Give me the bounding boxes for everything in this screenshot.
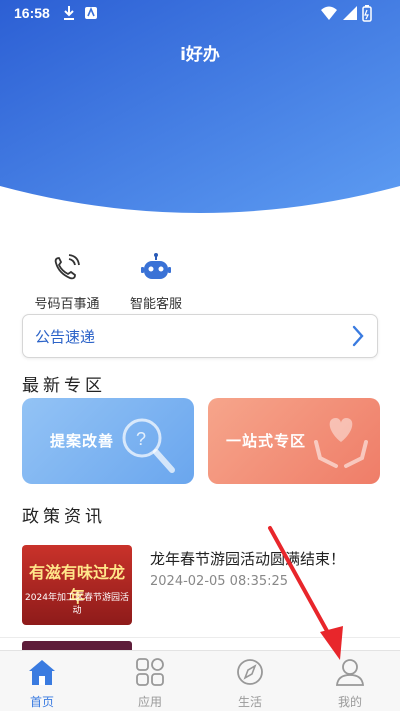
card-proposal-improvement[interactable]: ? 提案改善 — [22, 398, 194, 484]
tab-label: 生活 — [237, 695, 262, 709]
news-headline: 龙年春节游园活动圆满结束！ — [150, 550, 346, 568]
notice-bar[interactable]: 公告速递 — [22, 314, 378, 358]
tab-label: 应用 — [137, 695, 162, 709]
phone-signal-icon — [54, 254, 80, 280]
quick-action-label: 智能客服 — [129, 297, 182, 312]
robot-icon — [141, 253, 171, 279]
notice-label: 公告速递 — [35, 328, 96, 346]
status-time: 16:58 — [14, 5, 50, 21]
thumbnail-subtitle: 2024年加工区春节游园活动 — [25, 593, 129, 616]
status-bar: 16:58 — [0, 0, 400, 28]
card-one-stop-zone[interactable]: 一站式专区 — [208, 398, 380, 484]
news-item[interactable]: 有滋有味过龙年 2024年加工区春节游园活动 龙年春节游园活动圆满结束！ 202… — [22, 540, 378, 630]
featured-section-title: 最新专区 — [22, 376, 106, 396]
header-background — [0, 0, 400, 213]
signal-icon — [343, 6, 357, 20]
user-icon — [336, 659, 364, 686]
home-icon — [29, 660, 55, 685]
chevron-right-icon — [352, 325, 364, 347]
apps-grid-icon — [136, 658, 164, 686]
divider — [0, 637, 400, 638]
magnifier-icon: ? — [122, 418, 175, 473]
quick-action-number-directory[interactable]: 号码百事通 — [27, 252, 107, 312]
app-notification-icon — [85, 6, 97, 19]
tab-life[interactable]: 生活 — [215, 657, 285, 710]
download-icon — [64, 6, 74, 20]
news-thumbnail: 有滋有味过龙年 2024年加工区春节游园活动 — [22, 545, 132, 625]
tab-mine[interactable]: 我的 — [315, 657, 385, 710]
policy-section-title: 政策资讯 — [22, 507, 106, 527]
tab-label: 我的 — [337, 695, 362, 709]
card-label: 提案改善 — [50, 432, 115, 450]
tab-label: 首页 — [29, 695, 54, 709]
heart-hands-icon — [314, 418, 368, 468]
battery-icon — [362, 5, 372, 22]
page-title: i好办 — [180, 45, 220, 65]
quick-action-smart-service[interactable]: 智能客服 — [116, 252, 196, 312]
compass-icon — [237, 659, 263, 685]
bottom-tab-bar: 首页 应用 生活 我的 — [0, 650, 400, 711]
svg-text:?: ? — [136, 429, 146, 449]
tab-home[interactable]: 首页 — [7, 657, 77, 710]
news-date: 2024-02-05 08:35:25 — [150, 574, 289, 589]
tab-apps[interactable]: 应用 — [115, 657, 185, 710]
card-label: 一站式专区 — [226, 432, 307, 450]
wifi-icon — [321, 6, 337, 20]
quick-action-label: 号码百事通 — [34, 297, 100, 312]
